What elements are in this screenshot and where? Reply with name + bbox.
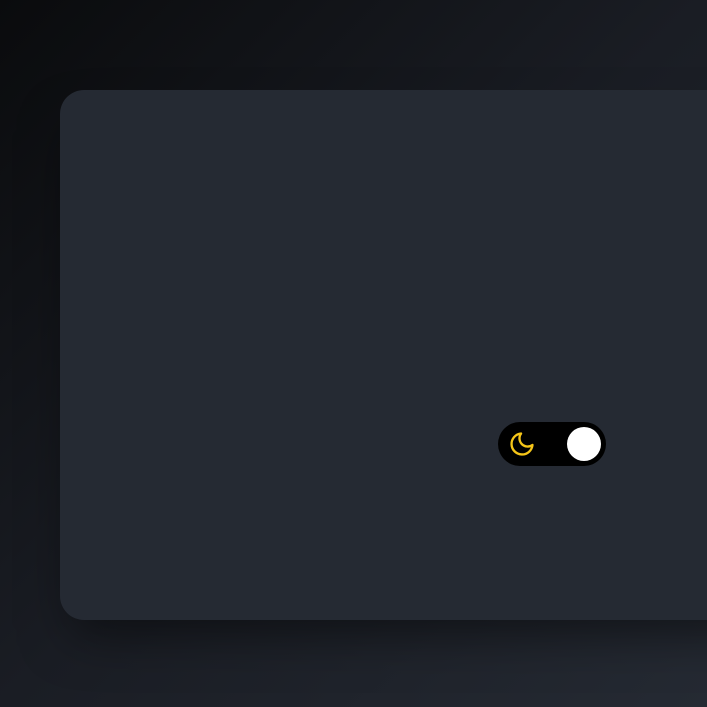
moon-icon <box>505 427 539 461</box>
theme-toggle[interactable] <box>498 422 606 466</box>
toggle-knob <box>567 427 601 461</box>
content-card <box>60 90 707 620</box>
